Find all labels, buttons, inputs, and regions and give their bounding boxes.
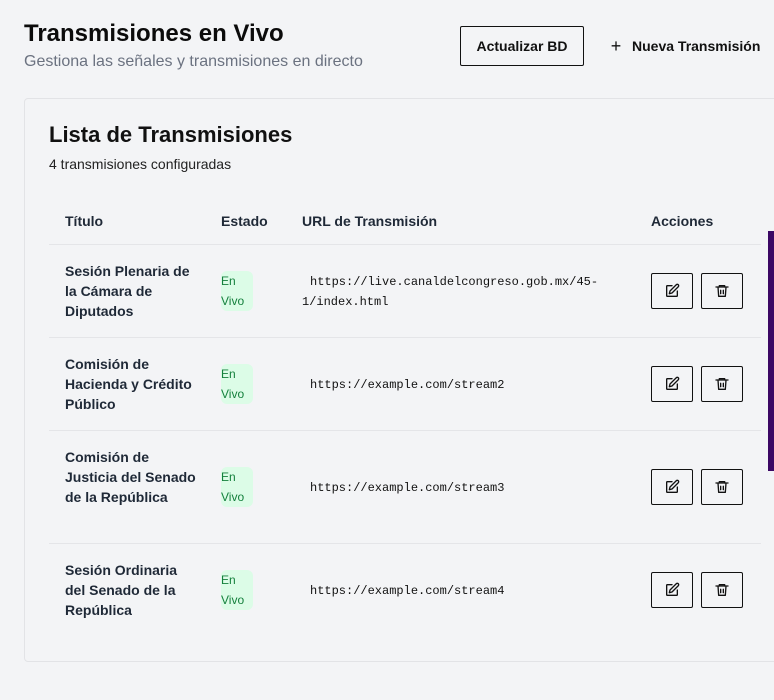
- refresh-db-button[interactable]: Actualizar BD: [460, 26, 584, 66]
- status-badge: En Vivo: [221, 271, 253, 311]
- stream-title: Comisión de Hacienda y Crédito Público: [65, 356, 192, 412]
- page: Transmisiones en Vivo Gestiona las señal…: [0, 0, 774, 700]
- status-text-line1: En: [221, 573, 236, 587]
- column-header-url: URL de Transmisión: [302, 213, 438, 229]
- edit-button[interactable]: [651, 572, 693, 608]
- page-title: Transmisiones en Vivo: [24, 20, 284, 47]
- status-text-line1: En: [221, 274, 236, 288]
- new-stream-label: Nueva Transmisión: [632, 38, 761, 54]
- table-row: Sesión Plenaria de la Cámara de Diputado…: [49, 245, 761, 338]
- table-row: Sesión Ordinaria del Senado de la Repúbl…: [49, 544, 761, 637]
- status-badge: En Vivo: [221, 364, 253, 404]
- status-text-line2: Vivo: [221, 490, 245, 504]
- side-panel-edge: [768, 231, 774, 471]
- status-text-line2: Vivo: [221, 593, 245, 607]
- stream-url: https://example.com/stream3: [310, 481, 505, 495]
- status-text-line1: En: [221, 367, 236, 381]
- stream-title: Sesión Ordinaria del Senado de la Repúbl…: [65, 562, 178, 618]
- edit-icon: [666, 283, 680, 297]
- stream-url: https://example.com/stream4: [310, 584, 505, 598]
- delete-button[interactable]: [701, 572, 743, 608]
- page-subtitle: Gestiona las señales y transmisiones en …: [24, 53, 363, 70]
- stream-title: Sesión Plenaria de la Cámara de Diputado…: [65, 263, 190, 319]
- edit-button[interactable]: [651, 469, 693, 505]
- delete-button[interactable]: [701, 366, 743, 402]
- new-stream-button[interactable]: + Nueva Transmisión: [600, 26, 774, 66]
- streams-table: Título Estado URL de Transmisión Accione…: [49, 199, 761, 637]
- trash-icon: [715, 378, 729, 390]
- edit-icon: [666, 582, 680, 596]
- column-header-title: Título: [65, 213, 104, 229]
- stream-title: Comisión de Justicia del Senado de la Re…: [65, 449, 196, 505]
- card-subtitle: 4 transmisiones configuradas: [49, 156, 232, 172]
- table-header: Título Estado URL de Transmisión Accione…: [49, 199, 761, 245]
- status-text-line2: Vivo: [221, 294, 245, 308]
- edit-button[interactable]: [651, 366, 693, 402]
- page-header: Transmisiones en Vivo Gestiona las señal…: [24, 20, 363, 72]
- table-row: Comisión de Hacienda y Crédito Público E…: [49, 338, 761, 431]
- edit-button[interactable]: [651, 273, 693, 309]
- stream-url: https://live.canaldelcongreso.gob.mx/45-…: [302, 275, 599, 309]
- card-title: Lista de Transmisiones: [49, 122, 293, 147]
- column-header-actions: Acciones: [651, 213, 714, 229]
- column-header-status: Estado: [221, 213, 268, 229]
- plus-icon: +: [610, 35, 622, 56]
- stream-url: https://example.com/stream2: [310, 378, 505, 392]
- delete-button[interactable]: [701, 469, 743, 505]
- trash-icon: [715, 285, 729, 297]
- delete-button[interactable]: [701, 273, 743, 309]
- streams-card: Lista de Transmisiones 4 transmisiones c…: [24, 98, 774, 662]
- status-text-line2: Vivo: [221, 387, 245, 401]
- edit-icon: [666, 376, 680, 390]
- edit-icon: [666, 479, 680, 493]
- table-row: Comisión de Justicia del Senado de la Re…: [49, 431, 761, 544]
- status-badge: En Vivo: [221, 467, 253, 507]
- status-text-line1: En: [221, 470, 236, 484]
- trash-icon: [715, 481, 729, 493]
- trash-icon: [715, 584, 729, 596]
- status-badge: En Vivo: [221, 570, 253, 610]
